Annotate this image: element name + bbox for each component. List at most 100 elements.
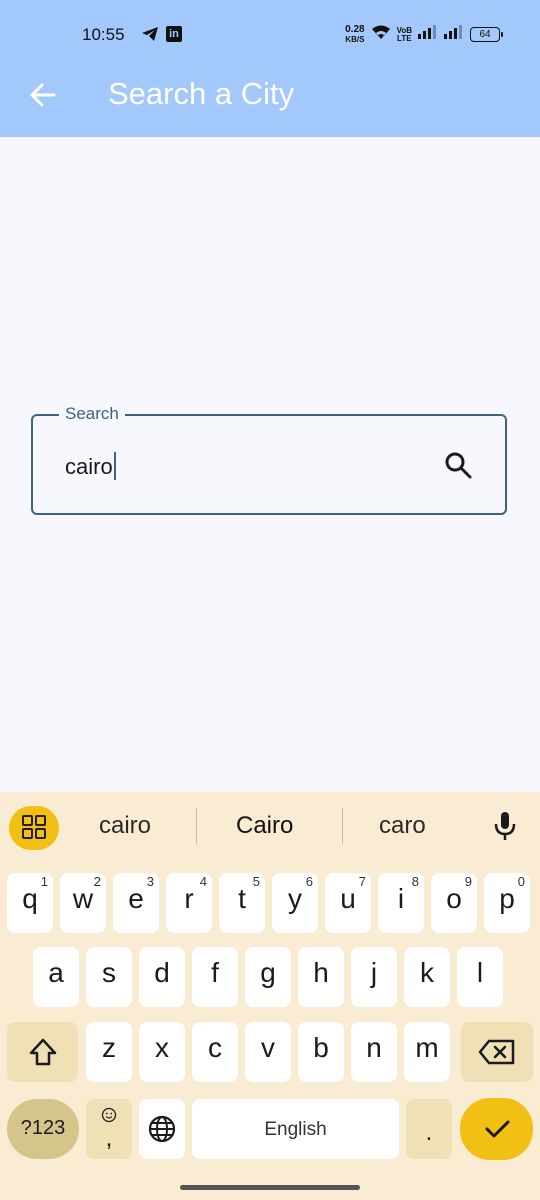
- emoji-comma-key[interactable]: ,: [86, 1099, 132, 1159]
- key-label: c: [208, 1032, 222, 1063]
- key-j[interactable]: j: [351, 947, 397, 1007]
- search-icon: [445, 452, 472, 479]
- key-f[interactable]: f: [192, 947, 238, 1007]
- key-label: z: [102, 1032, 116, 1063]
- key-label: f: [211, 957, 219, 988]
- telegram-icon: [141, 26, 159, 42]
- key-p[interactable]: p0: [484, 873, 530, 933]
- key-v[interactable]: v: [245, 1022, 291, 1082]
- back-button[interactable]: [28, 80, 58, 110]
- key-u[interactable]: u7: [325, 873, 371, 933]
- arrow-back-icon: [30, 83, 56, 107]
- search-button[interactable]: [443, 450, 473, 480]
- text-cursor: [113, 452, 116, 480]
- page-title: Search a City: [108, 76, 295, 111]
- key-label: k: [420, 957, 434, 988]
- period-key[interactable]: .: [406, 1099, 452, 1159]
- key-label: h: [313, 957, 329, 988]
- shift-icon: [29, 1038, 56, 1066]
- key-number-hint: 3: [146, 874, 154, 889]
- signal-icon-sim2: [444, 25, 464, 44]
- divider: [196, 808, 197, 844]
- key-d[interactable]: d: [139, 947, 185, 1007]
- key-b[interactable]: b: [298, 1022, 344, 1082]
- on-screen-keyboard: cairo Cairo caro ?123 , English . q 1 w …: [0, 792, 540, 1200]
- backspace-key[interactable]: [461, 1022, 533, 1082]
- key-k[interactable]: k: [404, 947, 450, 1007]
- key-z[interactable]: z: [86, 1022, 132, 1082]
- key-number-hint: 9: [464, 874, 472, 889]
- backspace-icon: [478, 1039, 515, 1065]
- voice-input-button[interactable]: [493, 810, 517, 842]
- key-label: v: [261, 1032, 275, 1063]
- volte-bottom: LTE: [397, 33, 412, 43]
- shift-key[interactable]: [7, 1022, 78, 1082]
- comma-label: ,: [105, 1125, 113, 1152]
- suggestion-3[interactable]: caro: [379, 812, 426, 840]
- symbols-key[interactable]: ?123: [7, 1099, 79, 1159]
- key-number-hint: 7: [358, 874, 366, 889]
- key-label: g: [260, 957, 276, 988]
- enter-key[interactable]: [460, 1098, 533, 1160]
- search-label: Search: [59, 404, 125, 424]
- app-bar: 10:55 in 0.28 KB/S VoB LTE 64 Search a C…: [0, 0, 540, 137]
- key-c[interactable]: c: [192, 1022, 238, 1082]
- key-w[interactable]: w2: [60, 873, 106, 933]
- key-label: x: [155, 1032, 169, 1063]
- key-number-hint: 1: [40, 874, 48, 889]
- key-n[interactable]: n: [351, 1022, 397, 1082]
- key-number-hint: 4: [199, 874, 207, 889]
- space-key-label: English: [264, 1119, 327, 1140]
- key-label: b: [313, 1032, 329, 1063]
- key-label: n: [366, 1032, 382, 1063]
- divider: [342, 808, 343, 844]
- microphone-icon: [494, 812, 516, 840]
- emoji-icon: [101, 1107, 117, 1123]
- grid-icon: [22, 815, 33, 826]
- key-i[interactable]: i8: [378, 873, 424, 933]
- symbols-key-label: ?123: [20, 1117, 66, 1139]
- key-label: a: [48, 957, 64, 988]
- battery-icon: 64: [470, 27, 503, 42]
- key-l[interactable]: l: [457, 947, 503, 1007]
- key-r[interactable]: r4: [166, 873, 212, 933]
- key-o[interactable]: o9: [431, 873, 477, 933]
- key-t[interactable]: t5: [219, 873, 265, 933]
- volte-indicator: VoB LTE: [397, 26, 412, 43]
- key-m[interactable]: m: [404, 1022, 450, 1082]
- key-label: d: [154, 957, 170, 988]
- key-number-hint: 0: [517, 874, 525, 889]
- suggestion-bar: cairo Cairo caro: [0, 792, 540, 862]
- key-label: m: [415, 1032, 439, 1063]
- key-s[interactable]: s: [86, 947, 132, 1007]
- status-system-icons: 0.28 KB/S VoB LTE 64: [345, 23, 503, 45]
- suggestion-2[interactable]: Cairo: [236, 812, 293, 840]
- key-y[interactable]: y6: [272, 873, 318, 933]
- key-label: s: [102, 957, 116, 988]
- suggestion-1[interactable]: cairo: [99, 812, 151, 840]
- globe-icon: [148, 1115, 176, 1143]
- key-e[interactable]: e3: [113, 873, 159, 933]
- key-label: j: [370, 957, 378, 988]
- network-speed: 0.28 KB/S: [345, 23, 365, 45]
- linkedin-icon: in: [166, 26, 182, 42]
- key-number-hint: 6: [305, 874, 313, 889]
- search-input[interactable]: Search cairo: [31, 404, 507, 515]
- key-q[interactable]: q1: [7, 873, 53, 933]
- keyboard-apps-button[interactable]: [9, 806, 59, 850]
- period-label: .: [425, 1119, 433, 1146]
- key-x[interactable]: x: [139, 1022, 185, 1082]
- key-a[interactable]: a: [33, 947, 79, 1007]
- network-speed-unit: KB/S: [345, 34, 365, 44]
- key-h[interactable]: h: [298, 947, 344, 1007]
- search-value: cairo: [65, 454, 113, 479]
- navigation-home-bar[interactable]: [180, 1185, 360, 1190]
- network-speed-value: 0.28: [345, 23, 365, 35]
- key-label: l: [476, 957, 484, 988]
- status-time: 10:55: [82, 25, 125, 44]
- signal-icon-sim1: [418, 25, 438, 44]
- key-g[interactable]: g: [245, 947, 291, 1007]
- language-key[interactable]: [139, 1099, 185, 1159]
- checkmark-icon: [485, 1120, 509, 1138]
- space-key[interactable]: English: [192, 1099, 399, 1159]
